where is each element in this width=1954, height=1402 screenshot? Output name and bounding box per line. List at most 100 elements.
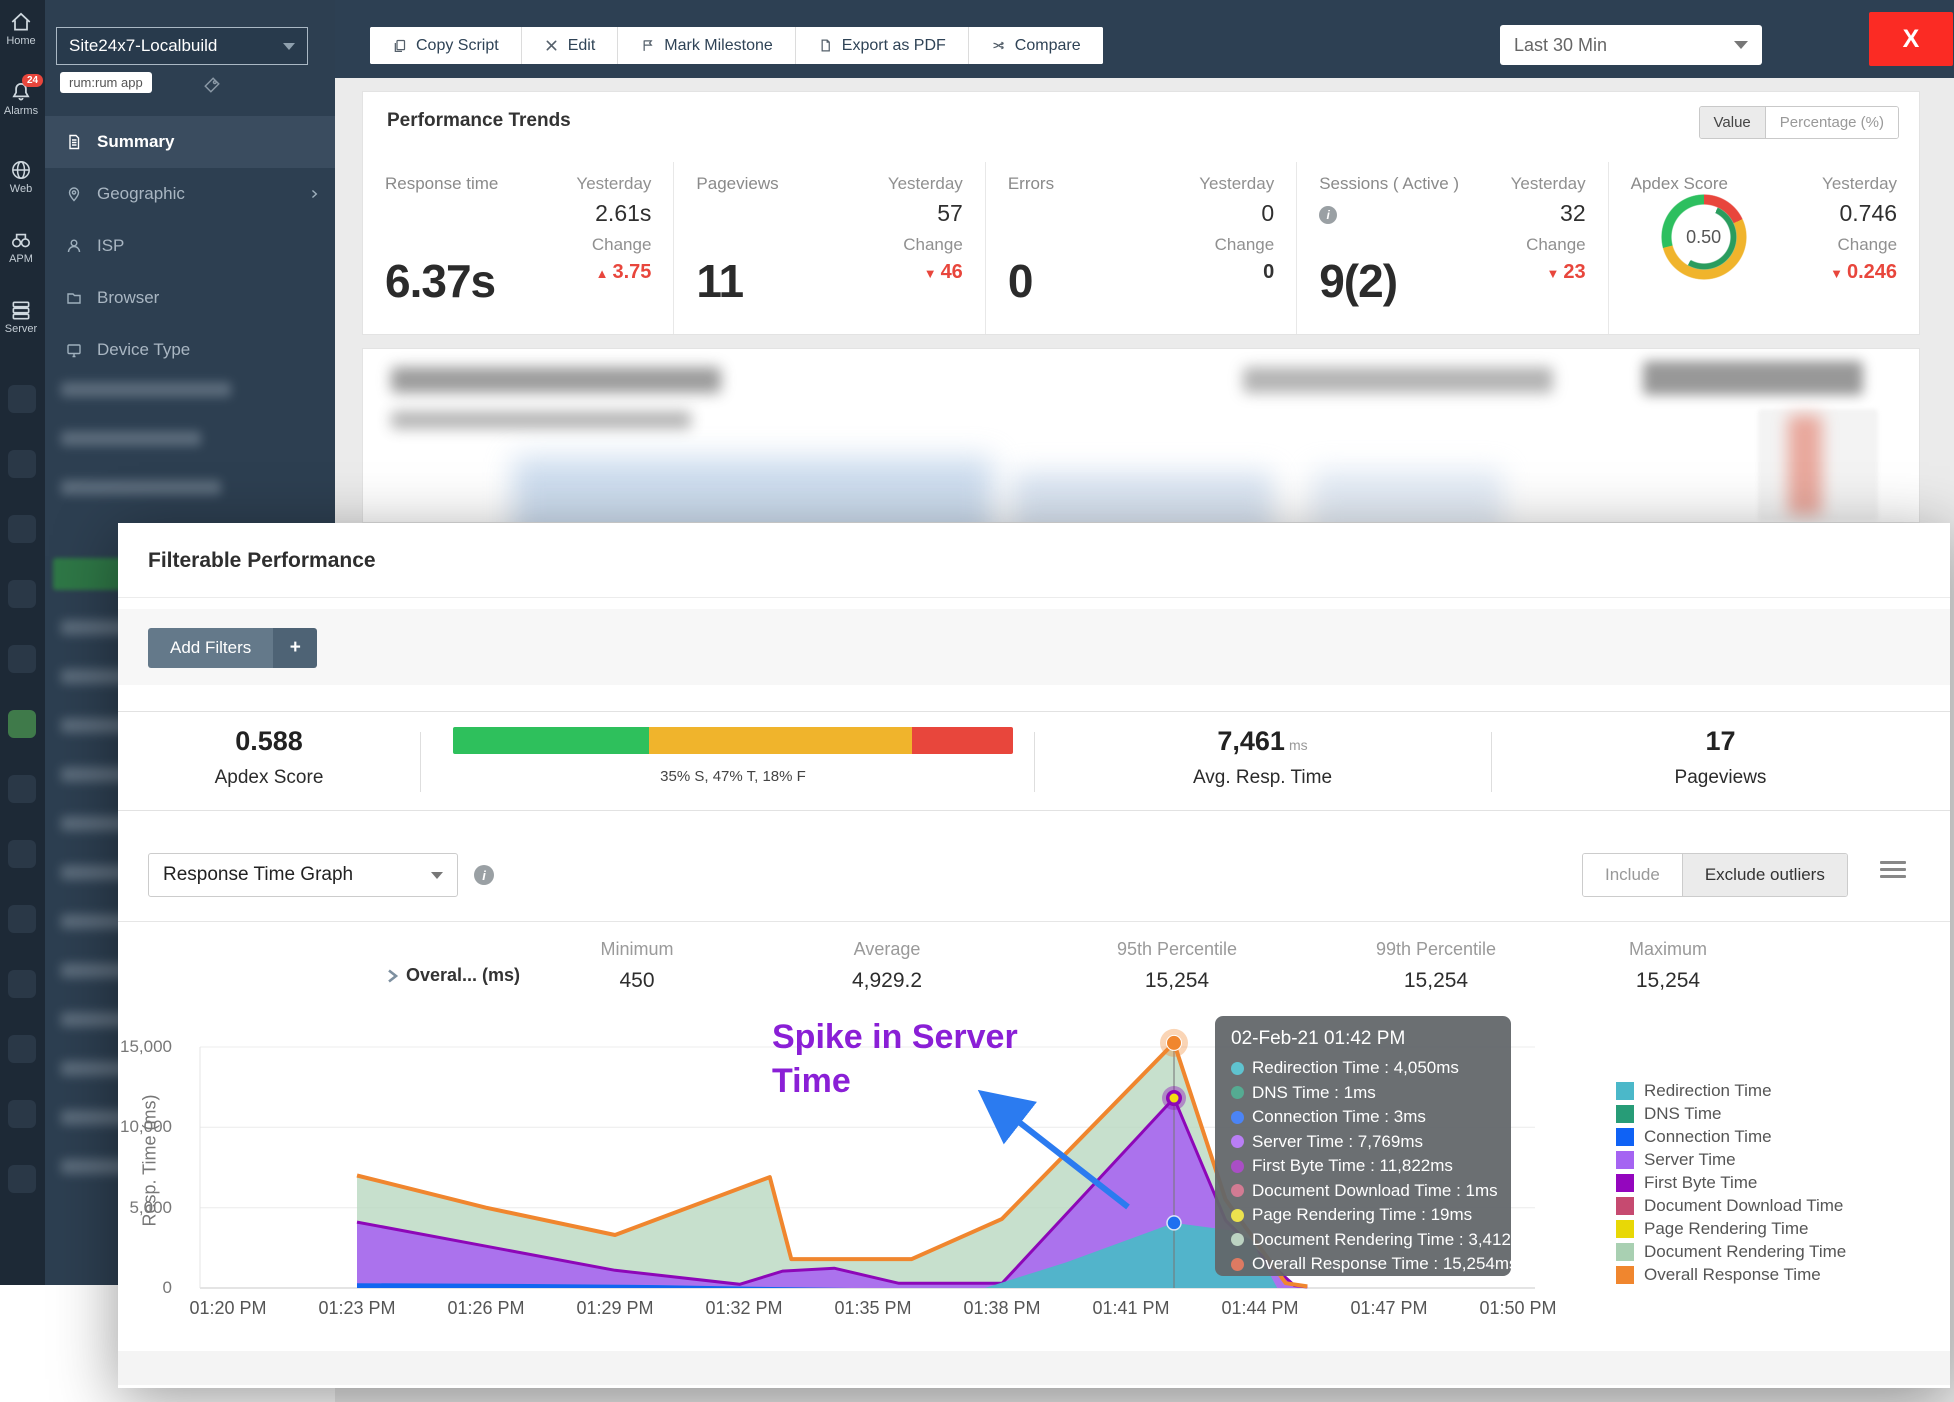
trend-arrow-icon: ▼ [1830,266,1843,281]
time-range-select[interactable]: Last 30 Min [1500,25,1762,65]
rail-icon-placeholder[interactable] [8,645,36,673]
metric-value: 9(2) [1319,254,1397,308]
sidebar-item-device-type[interactable]: Device Type [45,324,335,376]
sidebar-item-summary[interactable]: Summary [45,116,335,168]
summary-apdex: 0.588 Apdex Score [118,712,420,789]
series-dot-icon [1231,1258,1244,1271]
button-label: Copy Script [416,37,499,55]
stat-label: Average [787,939,987,960]
toggle-include[interactable]: Include [1583,854,1682,896]
edit-button[interactable]: Edit [522,27,619,64]
change-value: ▼23 [1511,261,1586,284]
export-pdf-button[interactable]: Export as PDF [796,27,969,64]
rail-item-server[interactable]: Server [0,298,45,335]
top-toolbar: Copy Script Edit Mark Milestone Export a… [335,0,1954,78]
tag-icon [203,76,221,94]
info-icon[interactable]: i [474,865,494,885]
monitor-select[interactable]: Site24x7-Localbuild [56,27,308,65]
server-icon [9,298,33,322]
rail-icon-placeholder[interactable] [8,970,36,998]
rail-icon-placeholder[interactable] [8,450,36,478]
monitor-select-value: Site24x7-Localbuild [69,36,217,56]
graph-type-select[interactable]: Response Time Graph [148,853,458,897]
rail-icon-placeholder[interactable] [8,515,36,543]
person-icon [65,237,83,255]
globe-icon [9,158,33,182]
rail-icon-placeholder[interactable] [8,775,36,803]
blurred-title [391,367,721,393]
sidebar-item-geographic[interactable]: Geographic [45,168,335,220]
rail-label: Alarms [0,105,45,117]
sidebar-item-blurred [61,431,201,446]
document-icon [65,133,83,151]
legend-item[interactable]: Document Rendering Time [1616,1240,1846,1263]
copy-icon [392,38,407,53]
copy-script-button[interactable]: Copy Script [370,27,522,64]
tooltip-row: Connection Time : 3ms [1231,1105,1495,1130]
yesterday-value: 32 [1511,200,1586,227]
metric-errors: Errors 0 Yesterday 0 Change 0 [985,162,1296,334]
legend-item[interactable]: Document Download Time [1616,1194,1846,1217]
chart-legend: Redirection Time DNS Time Connection Tim… [1616,1079,1846,1286]
info-icon[interactable]: i [1319,206,1337,224]
home-icon [9,10,33,34]
close-button[interactable]: X [1869,12,1953,66]
chart-tooltip: 02-Feb-21 01:42 PM Redirection Time : 4,… [1215,1016,1511,1276]
series-dot-icon [1231,1135,1244,1148]
change-value: ▲3.75 [576,261,651,284]
sidebar-item-label: ISP [97,236,124,256]
button-label: Compare [1015,37,1081,55]
legend-swatch [1616,1266,1634,1284]
rail-icon-placeholder[interactable] [8,905,36,933]
tooltip-row: First Byte Time : 11,822ms [1231,1154,1495,1179]
compare-button[interactable]: Compare [969,27,1103,64]
rail-item-home[interactable]: Home [0,10,45,47]
stat-99th: 99th Percentile 15,254 [1336,939,1536,993]
tooltip-title: 02-Feb-21 01:42 PM [1231,1028,1495,1050]
sidebar-item-browser[interactable]: Browser [45,272,335,324]
stat-label: Maximum [1568,939,1768,960]
legend-item[interactable]: Connection Time [1616,1125,1846,1148]
tooltip-row: Document Download Time : 1ms [1231,1179,1495,1204]
apdex-bar-caption: 35% S, 47% T, 18% F [453,768,1013,785]
outlier-toggle: Include Exclude outliers [1582,853,1848,897]
toggle-percentage[interactable]: Percentage (%) [1766,107,1898,138]
series-row-label[interactable]: Overal... (ms) [386,965,520,986]
graph-type-value: Response Time Graph [163,864,353,886]
summary-row: 0.588 Apdex Score 35% S, 47% T, 18% F 7,… [118,711,1950,811]
series-dot-icon [1231,1233,1244,1246]
legend-item[interactable]: Server Time [1616,1148,1846,1171]
blurred-red-shape [1788,415,1822,515]
legend-item[interactable]: Page Rendering Time [1616,1217,1846,1240]
legend-swatch [1616,1128,1634,1146]
legend-item[interactable]: DNS Time [1616,1102,1846,1125]
rail-icon-placeholder[interactable] [8,580,36,608]
rail-icon-placeholder[interactable] [8,840,36,868]
rail-item-web[interactable]: Web [0,158,45,195]
app-tag[interactable]: rum:rum app [60,72,152,93]
rail-icon-placeholder[interactable] [8,385,36,413]
summary-avg-resp: 7,461ms Avg. Resp. Time [1034,712,1491,789]
rail-item-apm[interactable]: APM [0,228,45,265]
tooltip-row: Page Rendering Time : 19ms [1231,1203,1495,1228]
series-dot-icon [1231,1111,1244,1124]
stat-value: 15,254 [1336,969,1536,993]
add-filters-button[interactable]: Add Filters + [148,628,317,668]
rail-item-alarms[interactable]: 24 Alarms [0,80,45,117]
legend-item[interactable]: First Byte Time [1616,1171,1846,1194]
modal-title: Filterable Performance [148,549,376,573]
apdex-value: 0.588 [118,726,420,757]
sidebar-item-isp[interactable]: ISP [45,220,335,272]
chevron-down-icon [1734,41,1748,49]
trend-arrow-icon: ▲ [596,266,609,281]
rail-icon-placeholder-active[interactable] [8,710,36,738]
rail-icon-placeholder[interactable] [8,1100,36,1128]
rail-icon-placeholder[interactable] [8,1165,36,1193]
rail-icon-placeholder[interactable] [8,1035,36,1063]
toggle-exclude-outliers[interactable]: Exclude outliers [1682,854,1847,896]
legend-item[interactable]: Redirection Time [1616,1079,1846,1102]
legend-item[interactable]: Overall Response Time [1616,1263,1846,1286]
menu-icon[interactable] [1880,861,1906,882]
toggle-value[interactable]: Value [1700,107,1766,138]
mark-milestone-button[interactable]: Mark Milestone [618,27,795,64]
